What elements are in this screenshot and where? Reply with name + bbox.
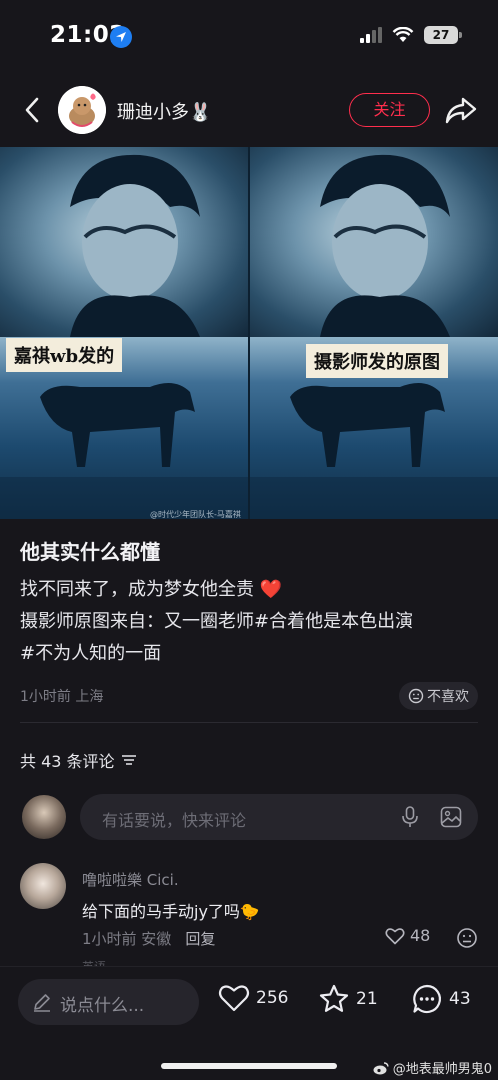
sort-icon [121,755,136,765]
post-body-hashtag[interactable]: #不为人知的一面 [20,638,490,670]
mic-icon[interactable] [400,806,420,828]
caption-right: 摄影师发的原图 [306,344,448,378]
post-header: 珊迪小多🐰 关注 [0,82,498,138]
location-arrow-icon [110,26,132,48]
image-watermark: @时代少年团队长-马嘉祺 [150,510,241,519]
collect-count: 21 [356,989,378,1009]
image-panel-right: 摄影师发的原图 [250,147,498,519]
heart-outline-icon [218,985,250,1012]
portrait-figure-original [320,154,450,337]
heart-icon: ❤️ [259,579,283,600]
post-meta: 1小时前 上海 [20,689,104,705]
share-icon [445,97,477,124]
weibo-logo-icon [373,1061,389,1074]
pen-icon [34,994,50,1012]
comment-like-count: 48 [410,926,431,945]
comment-meta: 1小时前 安徽 回复 [82,928,215,949]
heart-outline-icon [385,927,405,944]
comment-button[interactable]: 43 [411,983,471,1015]
say-input[interactable]: 说点什么... [18,979,199,1025]
divider [20,722,478,723]
comment-bubble-icon [413,984,441,1014]
comments-count[interactable]: 共 43 条评论 [20,748,137,772]
image-icon[interactable] [440,806,462,828]
portrait-figure [70,154,200,337]
like-count: 256 [256,988,289,1008]
commenter-avatar[interactable] [20,863,66,909]
comment-dislike-icon[interactable] [456,927,478,949]
comment-time-location: 1小时前 安徽 [82,930,172,948]
weibo-watermark: @地表最帅男鬼0 [373,1058,492,1077]
image-panel-left: 嘉祺wb发的 [0,147,248,519]
star-outline-icon [319,984,349,1012]
wifi-icon [392,27,414,42]
commenter-name[interactable]: 噜啦啦樂 Cici. [82,869,179,890]
author-name[interactable]: 珊迪小多🐰 [117,98,211,124]
cellular-signal-icon [360,27,382,43]
my-avatar [22,795,66,839]
status-icons: 27 [360,26,462,44]
post-body: 找不同来了，成为梦女他全责 ❤️ 摄影师原图来自：又一圈老师#合着他是本色出演 … [20,574,490,670]
status-bar: 21:02 27 [0,0,498,76]
post-image[interactable]: 嘉祺wb发的 摄影师发的原图 [0,147,498,519]
collect-button[interactable]: 21 [318,983,378,1015]
dislike-button[interactable]: 不喜欢 [399,682,478,710]
author-avatar[interactable] [58,86,106,134]
post-body-line[interactable]: 摄影师原图来自：又一圈老师#合着他是本色出演 [20,606,490,638]
battery-icon: 27 [424,26,462,44]
back-button[interactable] [18,94,48,126]
comment-like-button[interactable]: 48 [385,926,430,945]
home-indicator[interactable] [161,1063,337,1069]
comment-text: 给下面的马手动jy了吗🐤 [82,902,260,921]
like-button[interactable]: 256 [218,983,288,1013]
comment-input[interactable]: 有话要说，快来评论 [80,794,478,840]
neutral-face-icon [408,688,424,704]
share-button[interactable] [444,95,478,125]
post-body-line: 找不同来了，成为梦女他全责 ❤️ [20,579,283,600]
reply-button[interactable]: 回复 [185,928,215,949]
dislike-label: 不喜欢 [427,689,469,705]
comment-input-placeholder: 有话要说，快来评论 [102,811,247,830]
chevron-left-icon [25,97,39,123]
post-title: 他其实什么都懂 [20,540,160,564]
say-input-placeholder: 说点什么... [60,996,145,1016]
follow-button[interactable]: 关注 [349,93,430,127]
caption-left: 嘉祺wb发的 [6,338,123,372]
comment-count: 43 [449,989,471,1009]
